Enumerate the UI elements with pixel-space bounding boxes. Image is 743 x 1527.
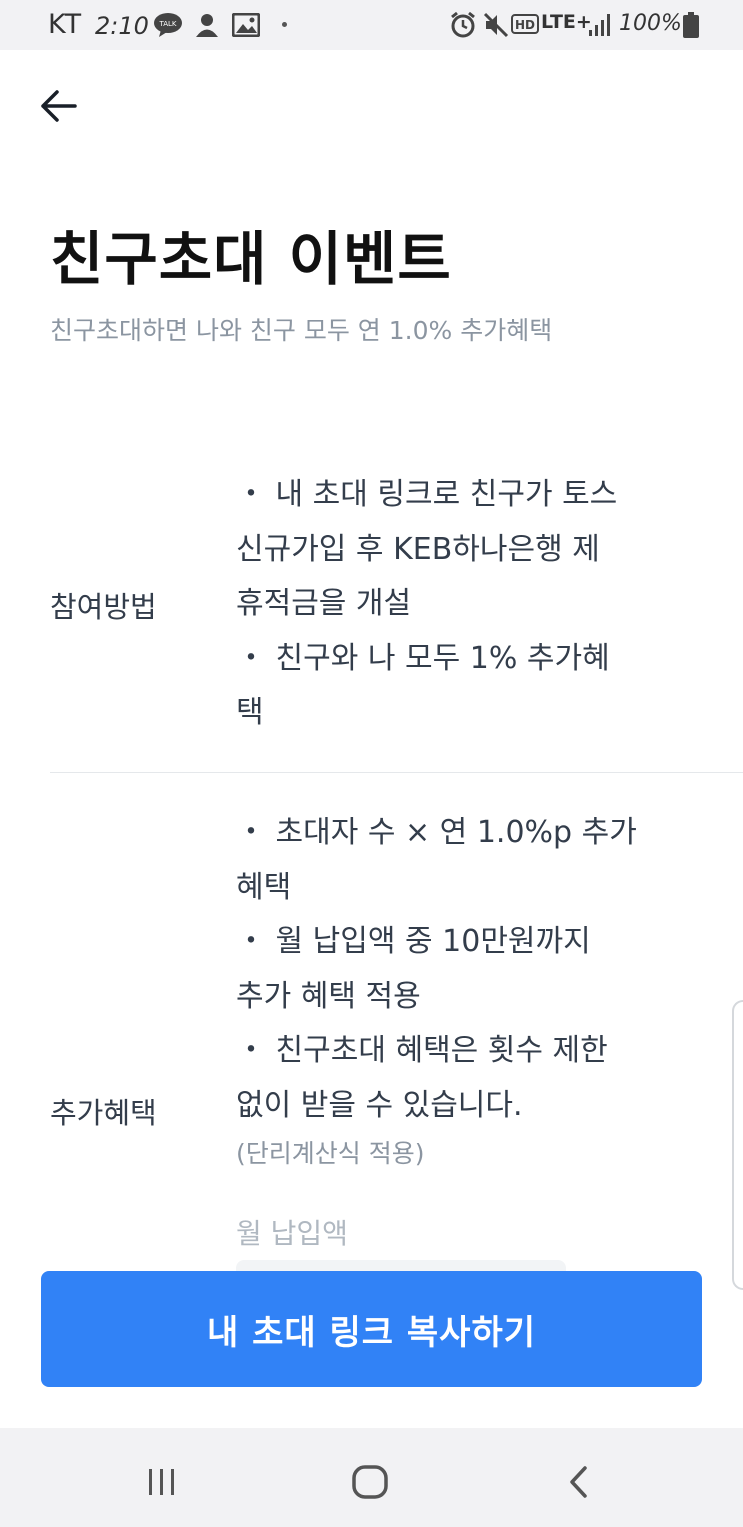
row-label-participation: 참여방법 (50, 590, 157, 624)
battery-percent: 100% (619, 11, 682, 36)
arrow-left-icon (41, 90, 77, 122)
image-icon (231, 12, 261, 38)
content-line: 신규가입 후 KEB하나은행 제 (236, 531, 600, 567)
recents-button[interactable] (132, 1452, 192, 1512)
person-icon (193, 12, 221, 38)
hd-voice-icon: HD (510, 12, 540, 38)
content-line: 택 (236, 695, 264, 730)
page-title: 친구초대 이벤트 (50, 225, 452, 293)
back-chevron-icon (570, 1466, 587, 1498)
page-subtitle: 친구초대하면 나와 친구 모두 연 1.0% 추가혜택 (50, 316, 553, 345)
content-line: 없이 받을 수 있습니다. (236, 1087, 523, 1123)
back-button[interactable] (36, 84, 80, 128)
status-bar: KT 2:10 TALK HD LTE+ 100% (0, 0, 743, 50)
copy-invite-link-button[interactable]: 내 초대 링크 복사하기 (41, 1271, 702, 1387)
scroll-indicator[interactable] (732, 1000, 743, 1290)
content-line: ・ 월 납입액 중 10만원까지 (236, 924, 591, 959)
content-line: ・ 내 초대 링크로 친구가 토스 (236, 477, 618, 512)
navigation-bar (0, 1428, 743, 1527)
clock-time: 2:10 (95, 12, 149, 40)
notification-dot-icon (282, 22, 287, 27)
content-line: 휴적금을 개설 (236, 586, 412, 621)
recents-icon (149, 1469, 174, 1495)
calculation-note: (단리계산식 적용) (236, 1139, 425, 1168)
alarm-icon (449, 11, 477, 38)
battery-icon (681, 12, 701, 38)
row-content-participation: ・ 내 초대 링크로 친구가 토스 신규가입 후 KEB하나은행 제 휴적금을 … (236, 468, 706, 741)
signal-icon (587, 12, 613, 38)
content-line: ・ 친구초대 혜택은 횟수 제한 (236, 1033, 608, 1068)
svg-text:HD: HD (515, 18, 535, 32)
content-line: 추가 혜택 적용 (236, 978, 421, 1014)
chat-bubble-icon: TALK (152, 12, 184, 38)
content-line: ・ 초대자 수 × 연 1.0%p 추가 (236, 815, 637, 850)
content-line: 혜택 (236, 869, 292, 905)
copy-invite-link-label: 내 초대 링크 복사하기 (206, 1312, 537, 1353)
mute-icon (482, 12, 510, 38)
row-divider (50, 772, 743, 773)
svg-text:TALK: TALK (158, 20, 176, 28)
content-line: ・ 친구와 나 모두 1% 추가혜 (236, 640, 610, 676)
home-icon (352, 1465, 388, 1499)
system-back-button[interactable] (548, 1452, 608, 1512)
monthly-payment-label: 월 납입액 (236, 1217, 348, 1250)
row-content-benefits: ・ 초대자 수 × 연 1.0%p 추가 혜택 ・ 월 납입액 중 10만원까지… (236, 806, 706, 1133)
row-label-benefits: 추가혜택 (50, 1096, 157, 1130)
home-button[interactable] (340, 1452, 400, 1512)
carrier-label: KT (48, 9, 83, 40)
network-type: LTE+ (541, 11, 592, 33)
